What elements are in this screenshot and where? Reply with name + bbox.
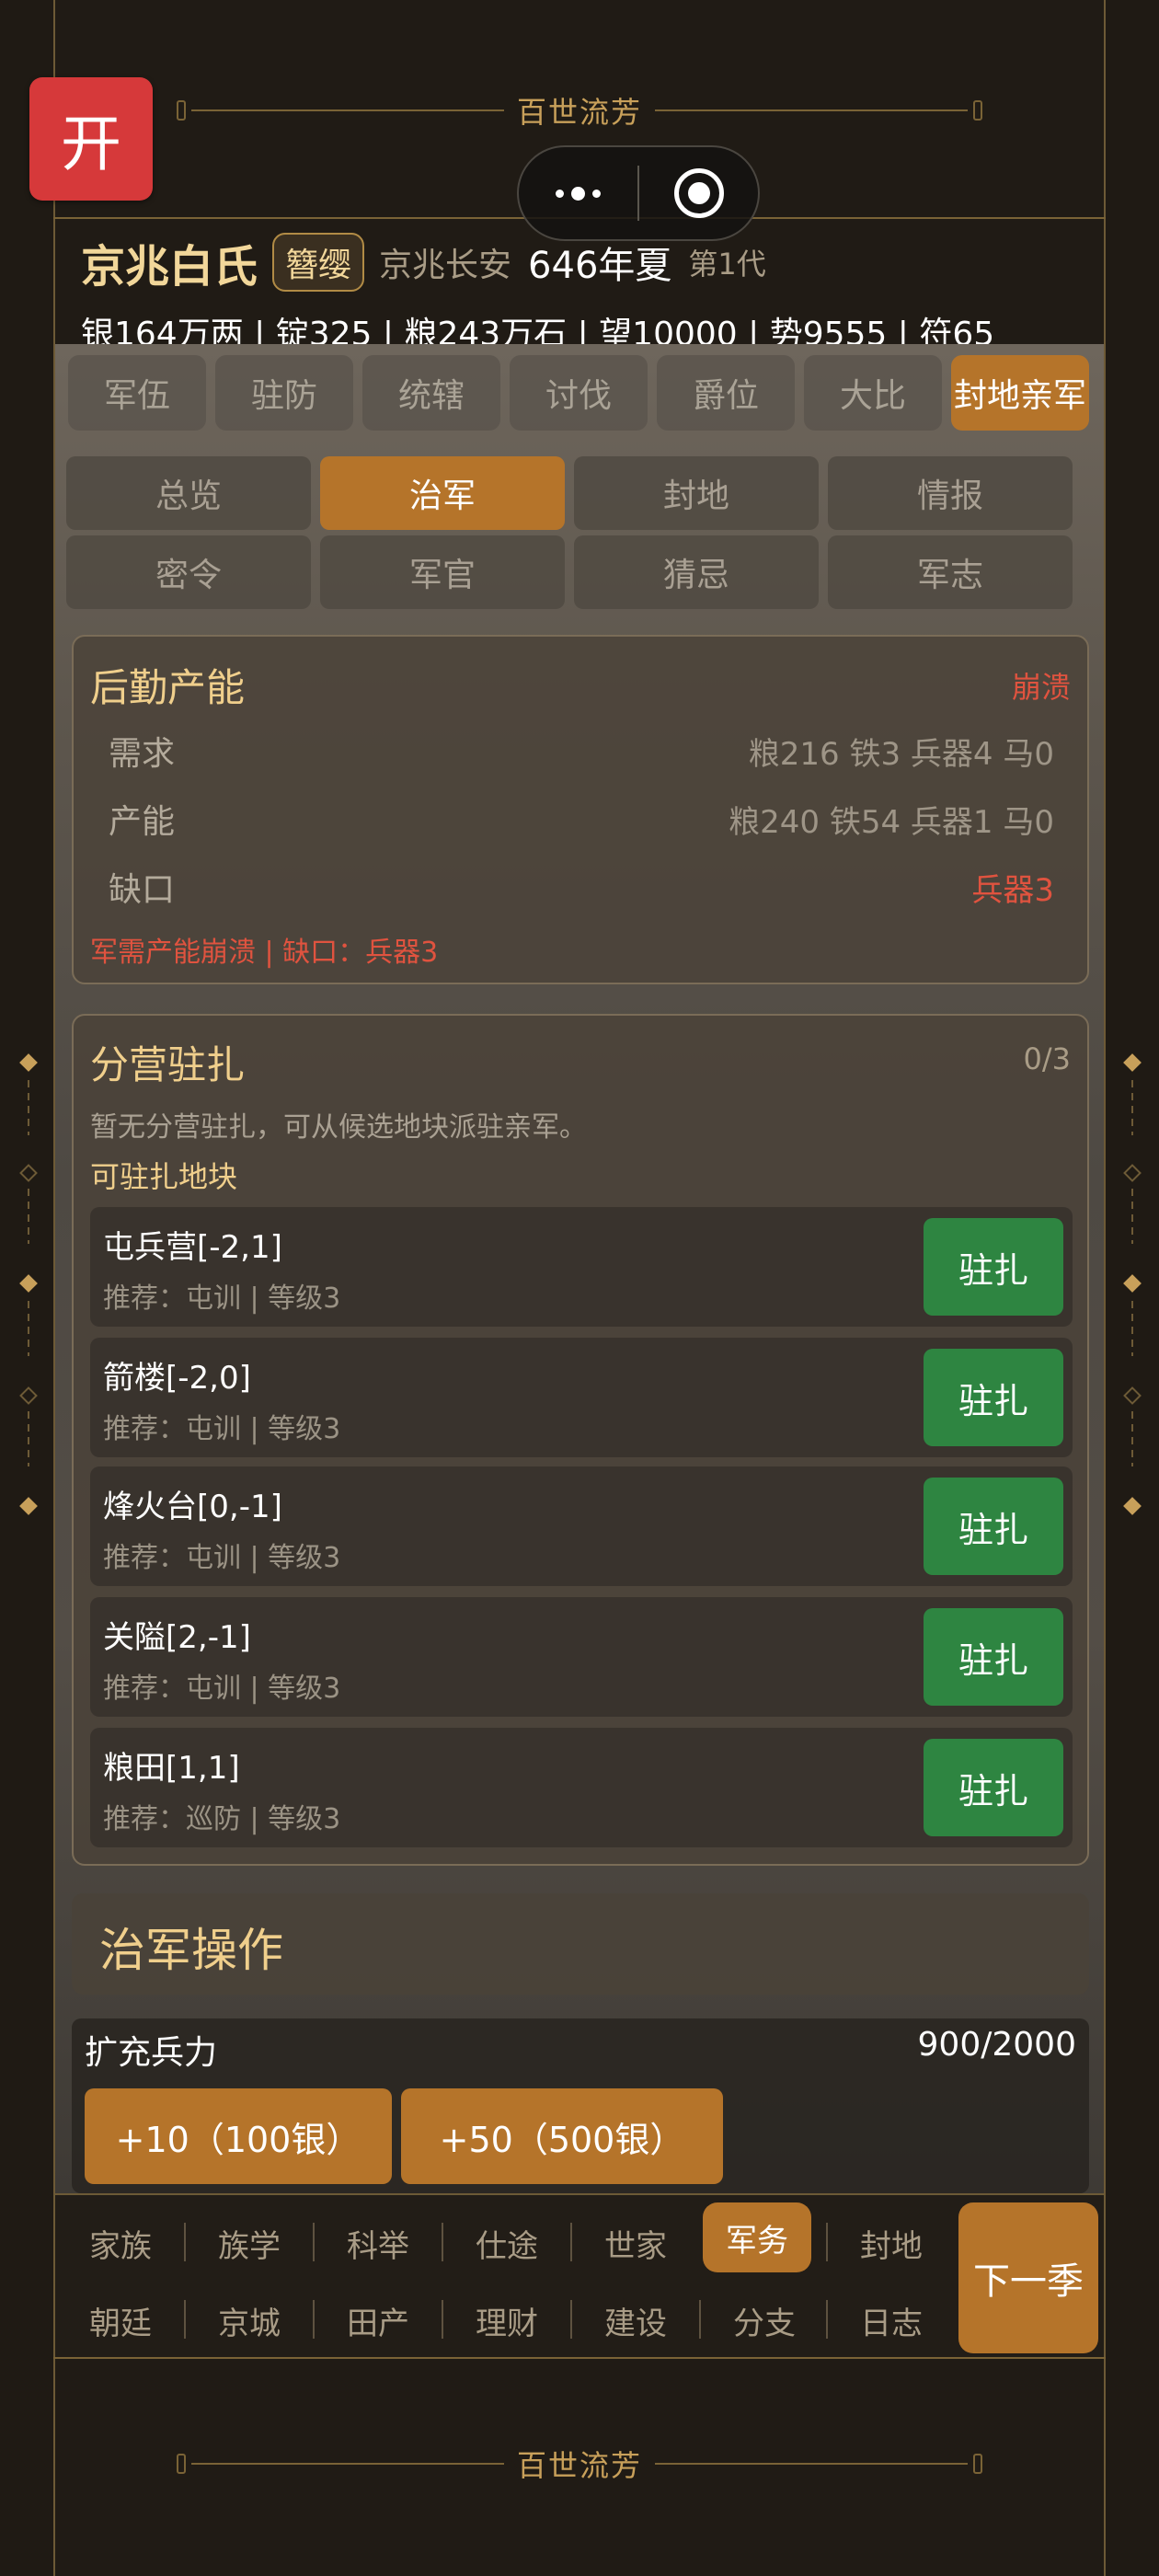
nav-construction[interactable]: 建设: [581, 2287, 690, 2353]
nav-log[interactable]: 日志: [837, 2287, 946, 2353]
station-button[interactable]: 驻扎: [924, 1608, 1063, 1706]
capacity-value: 粮240 铁54 兵器1 马0: [729, 804, 1054, 841]
nav-estates[interactable]: 田产: [324, 2287, 432, 2353]
tab-tournament[interactable]: 大比: [804, 355, 942, 431]
more-dots-icon: [556, 186, 601, 201]
subtab-army-annals[interactable]: 军志: [828, 535, 1073, 609]
operations-title: 治军操作: [99, 1924, 283, 1977]
add-10-button[interactable]: +10（100银）: [85, 2088, 392, 2184]
footer-title: 百世流芳: [516, 2448, 642, 2483]
shortage-label: 缺口: [109, 871, 176, 909]
bottom-nav: 家族 族学 科举 仕途 世家 军务 封地 朝廷 京城 田产 理财 建设 分支 日…: [55, 2193, 1104, 2359]
subtab-discipline[interactable]: 治军: [320, 456, 565, 530]
sub-tabs-row2: 密令 军官 猜忌 军志: [66, 535, 1073, 609]
site-meta: 推荐：屯训 | 等级3: [103, 1282, 341, 1315]
nav-finance[interactable]: 理财: [453, 2287, 561, 2353]
site-name: 关隘[2,-1]: [103, 1619, 251, 1656]
target-circle-icon: [673, 168, 724, 218]
camps-hint: 暂无分营驻扎，可从候选地块派驻亲军。: [90, 1111, 587, 1144]
camps-count: 0/3: [1023, 1041, 1072, 1076]
nav-military[interactable]: 军务: [703, 2202, 811, 2272]
site-name: 粮田[1,1]: [103, 1750, 240, 1787]
nav-exam[interactable]: 科举: [324, 2210, 432, 2276]
site-row: 粮田[1,1] 推荐：巡防 | 等级3 驻扎: [90, 1728, 1073, 1847]
tab-command[interactable]: 统辖: [362, 355, 500, 431]
tab-campaign[interactable]: 讨伐: [510, 355, 648, 431]
nav-career[interactable]: 仕途: [453, 2210, 561, 2276]
top-banner: 百世流芳: [53, 64, 1106, 156]
camps-subtitle: 可驻扎地块: [90, 1159, 238, 1194]
site-name: 箭楼[-2,0]: [103, 1360, 251, 1397]
expand-title: 扩充兵力: [85, 2034, 218, 2072]
demand-value: 粮216 铁3 兵器4 马0: [748, 736, 1054, 773]
subtab-fief[interactable]: 封地: [574, 456, 819, 530]
clan-header: 京兆白氏 簪缨 京兆长安 646年夏 第1代: [81, 230, 766, 294]
station-button[interactable]: 驻扎: [924, 1739, 1063, 1836]
bottom-banner: 百世流芳: [53, 2418, 1106, 2510]
subtab-suspicion[interactable]: 猜忌: [574, 535, 819, 609]
main-content: 军伍 驻防 统辖 讨伐 爵位 大比 封地亲军 总览 治军 封地 情报 密令 军官…: [55, 344, 1104, 2193]
open-button[interactable]: 开: [29, 77, 153, 201]
season-label: 646年夏: [528, 245, 672, 287]
clan-tag-badge: 簪缨: [272, 233, 365, 292]
logistics-warning: 军需产能崩溃 | 缺口：兵器3: [90, 937, 439, 969]
site-meta: 推荐：屯训 | 等级3: [103, 1673, 341, 1705]
tab-army[interactable]: 军伍: [68, 355, 206, 431]
station-button[interactable]: 驻扎: [924, 1478, 1063, 1575]
subtab-overview[interactable]: 总览: [66, 456, 311, 530]
site-meta: 推荐：巡防 | 等级3: [103, 1803, 341, 1835]
nav-clan-school[interactable]: 族学: [195, 2210, 304, 2276]
tab-peerage[interactable]: 爵位: [657, 355, 795, 431]
shortage-value: 兵器3: [971, 872, 1054, 909]
site-row: 屯兵营[-2,1] 推荐：屯训 | 等级3 驻扎: [90, 1207, 1073, 1327]
main-tabs: 军伍 驻防 统辖 讨伐 爵位 大比 封地亲军: [68, 355, 1089, 431]
tab-garrison[interactable]: 驻防: [215, 355, 353, 431]
station-button[interactable]: 驻扎: [924, 1218, 1063, 1316]
camps-card: 分营驻扎 0/3 暂无分营驻扎，可从候选地块派驻亲军。 可驻扎地块 屯兵营[-2…: [72, 1014, 1089, 1866]
logistics-title: 后勤产能: [90, 665, 246, 710]
app-title: 百世流芳: [516, 95, 642, 130]
right-ornament: [1122, 1049, 1142, 1527]
left-ornament: [18, 1049, 38, 1527]
add-50-button[interactable]: +50（500银）: [401, 2088, 723, 2184]
expand-count: 900/2000: [917, 2026, 1076, 2064]
mini-program-capsule: [517, 145, 760, 241]
site-row: 箭楼[-2,0] 推荐：屯训 | 等级3 驻扎: [90, 1338, 1073, 1457]
nav-noble-houses[interactable]: 世家: [581, 2210, 690, 2276]
sub-tabs-row1: 总览 治军 封地 情报: [66, 456, 1073, 530]
nav-fief[interactable]: 封地: [837, 2210, 946, 2276]
expand-troops-panel: 扩充兵力 900/2000 +10（100银） +50（500银）: [72, 2018, 1089, 2193]
site-name: 屯兵营[-2,1]: [103, 1229, 282, 1266]
nav-capital[interactable]: 京城: [195, 2287, 304, 2353]
city-name: 京兆长安: [379, 247, 512, 284]
capacity-label: 产能: [109, 803, 176, 841]
nav-family[interactable]: 家族: [66, 2210, 175, 2276]
site-meta: 推荐：屯训 | 等级3: [103, 1413, 341, 1445]
clan-name: 京兆白氏: [81, 241, 258, 293]
camps-title: 分营驻扎: [90, 1042, 246, 1087]
more-menu-button[interactable]: [519, 147, 637, 239]
site-row: 关隘[2,-1] 推荐：屯训 | 等级3 驻扎: [90, 1597, 1073, 1717]
nav-divider: [53, 2357, 1106, 2359]
site-row: 烽火台[0,-1] 推荐：屯训 | 等级3 驻扎: [90, 1466, 1073, 1586]
demand-label: 需求: [109, 735, 176, 773]
tab-fief-guard[interactable]: 封地亲军: [951, 355, 1089, 431]
nav-court[interactable]: 朝廷: [66, 2287, 175, 2353]
subtab-officers[interactable]: 军官: [320, 535, 565, 609]
close-program-button[interactable]: [639, 147, 758, 239]
site-name: 烽火台[0,-1]: [103, 1489, 282, 1525]
site-meta: 推荐：屯训 | 等级3: [103, 1542, 341, 1574]
logistics-card: 后勤产能 崩溃 需求 粮216 铁3 兵器4 马0 产能 粮240 铁54 兵器…: [72, 635, 1089, 984]
logistics-status: 崩溃: [1011, 670, 1071, 705]
next-season-button[interactable]: 下一季: [958, 2202, 1098, 2353]
station-button[interactable]: 驻扎: [924, 1349, 1063, 1446]
generation-label: 第1代: [688, 247, 766, 282]
nav-branches[interactable]: 分支: [710, 2287, 819, 2353]
operations-header: 治军操作: [72, 1893, 1089, 1995]
subtab-secret-orders[interactable]: 密令: [66, 535, 311, 609]
subtab-intel[interactable]: 情报: [828, 456, 1073, 530]
